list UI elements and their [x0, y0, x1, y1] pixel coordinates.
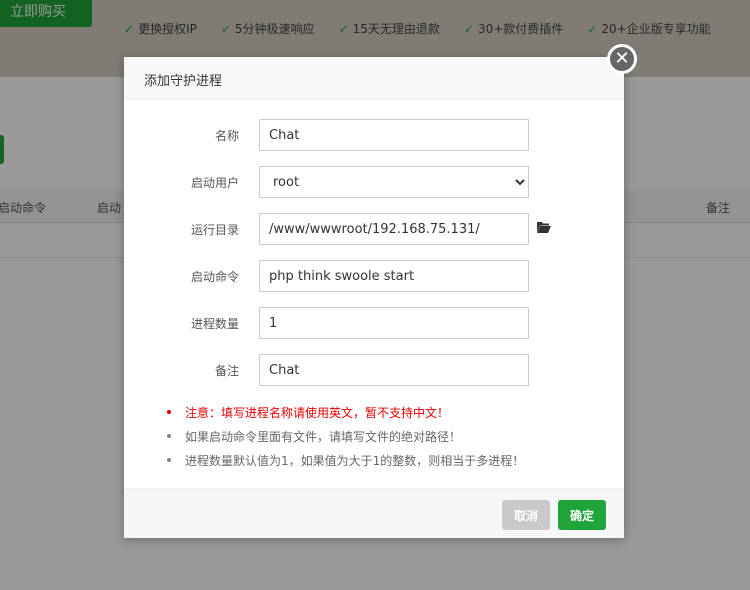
name-input[interactable]: [259, 119, 529, 151]
command-row: 启动命令: [124, 260, 624, 292]
process-count-input[interactable]: [259, 307, 529, 339]
field-label: 名称: [214, 129, 239, 143]
dialog-footer: 取消 确定: [124, 488, 624, 538]
user-row: 启动用户 root: [124, 166, 624, 198]
field-label: 备注: [214, 364, 239, 378]
remark-row: 备注: [124, 354, 624, 386]
help-notes: 注意：填写进程名称请使用英文，暂不支持中文！ 如果启动命令里面有文件，请填写文件…: [167, 404, 524, 476]
cancel-button[interactable]: 取消: [502, 500, 550, 530]
process-count-row: 进程数量: [124, 307, 624, 339]
user-select[interactable]: root: [259, 166, 529, 198]
dialog-title: 添加守护进程: [124, 57, 624, 100]
field-label: 启动用户: [190, 176, 239, 190]
note-item: 进程数量默认值为1，如果值为大于1的整数，则相当于多进程！: [167, 452, 524, 476]
name-row: 名称: [124, 119, 624, 151]
add-daemon-dialog: 添加守护进程 名称 启动用户 root 运行目录 启动命令 进程数量 备注 注意…: [124, 57, 624, 538]
field-label: 启动命令: [190, 270, 239, 284]
confirm-button[interactable]: 确定: [558, 500, 606, 530]
field-label: 进程数量: [190, 317, 239, 331]
note-warning: 注意：填写进程名称请使用英文，暂不支持中文！: [167, 404, 524, 428]
field-label: 运行目录: [190, 223, 239, 237]
note-item: 如果启动命令里面有文件，请填写文件的绝对路径！: [167, 428, 524, 452]
directory-row: 运行目录: [124, 213, 624, 245]
close-icon[interactable]: ✕: [607, 44, 637, 74]
remark-input[interactable]: [259, 354, 529, 386]
directory-input[interactable]: [259, 213, 529, 245]
command-input[interactable]: [259, 260, 529, 292]
folder-open-icon[interactable]: [537, 221, 551, 233]
